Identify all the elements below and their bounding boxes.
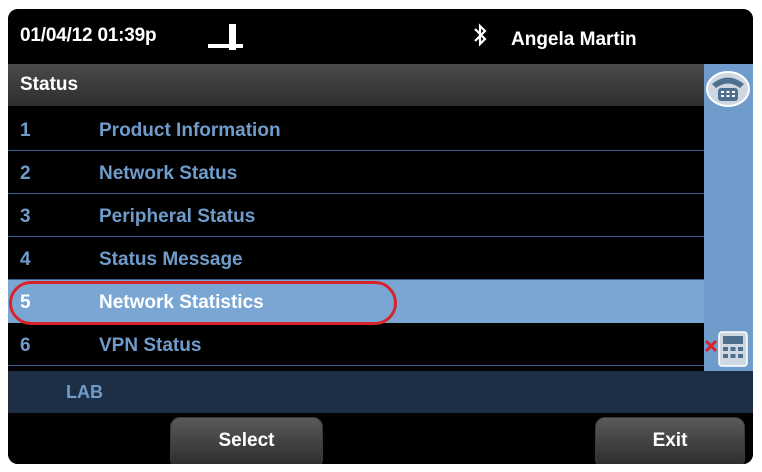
menu-item-number: 3 — [20, 206, 31, 227]
bluetooth-icon — [474, 23, 487, 47]
menu-item-number: 4 — [20, 249, 31, 270]
phone-line-icon — [706, 71, 750, 107]
menu-list: 1 Product Information 2 Network Status 3… — [8, 108, 704, 366]
menu-item-number: 2 — [20, 163, 31, 184]
menu-item-number: 6 — [20, 335, 31, 356]
page-title: Status — [20, 74, 79, 95]
menu-item-product-information[interactable]: 1 Product Information — [8, 108, 704, 151]
line-button[interactable] — [705, 67, 751, 109]
softkey-bar: Select Exit — [8, 413, 753, 464]
menu-item-number: 1 — [20, 120, 31, 141]
select-softkey[interactable]: Select — [170, 417, 323, 464]
menu-item-label: VPN Status — [99, 335, 202, 356]
header-bar: 01/04/12 01:39p Angela Martin — [8, 9, 753, 64]
user-name: Angela Martin — [511, 29, 637, 50]
menu-item-label: Product Information — [99, 120, 281, 141]
menu-item-label: Status Message — [99, 249, 243, 270]
exit-softkey[interactable]: Exit — [595, 417, 745, 464]
handset-offhook-icon — [208, 24, 243, 50]
missed-call-line-icon — [704, 331, 748, 367]
menu-item-status-message[interactable]: 4 Status Message — [8, 237, 704, 280]
menu-item-label: Network Status — [99, 163, 238, 184]
missed-call-line-button[interactable] — [703, 327, 751, 371]
menu-item-peripheral-status[interactable]: 3 Peripheral Status — [8, 194, 704, 237]
menu-item-vpn-status[interactable]: 6 VPN Status — [8, 323, 704, 366]
highlight-ring — [9, 281, 397, 325]
datetime: 01/04/12 01:39p — [20, 25, 157, 46]
menu-item-label: Peripheral Status — [99, 206, 256, 227]
label-bar: LAB — [8, 371, 753, 413]
title-bar: Status — [8, 64, 704, 106]
phone-screen: 01/04/12 01:39p Angela Martin Status 1 P… — [8, 9, 753, 464]
menu-item-network-status[interactable]: 2 Network Status — [8, 151, 704, 194]
line-label: LAB — [66, 382, 103, 402]
